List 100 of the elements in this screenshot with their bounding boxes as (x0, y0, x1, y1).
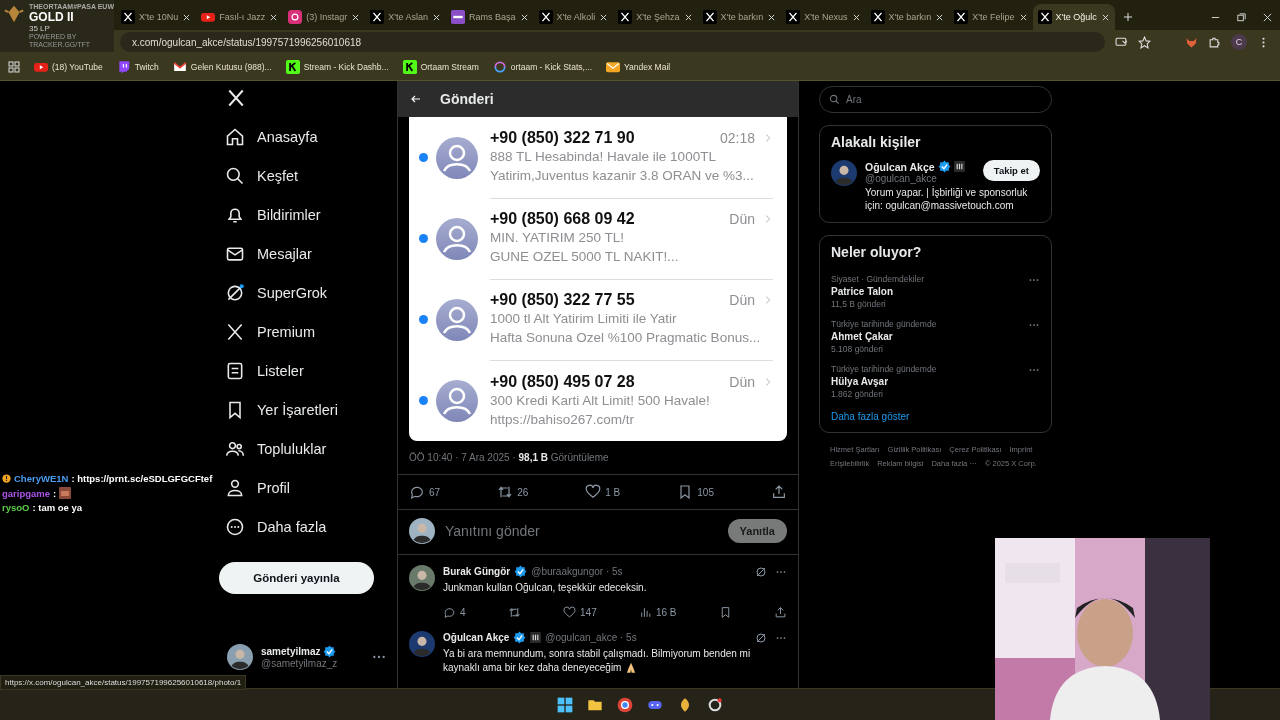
action-button[interactable]: 1 B (585, 484, 621, 500)
message-preview: https://bahiso267.com/tr (490, 410, 636, 429)
search-icon (829, 94, 840, 105)
action-button[interactable]: 147 (563, 603, 597, 621)
trend-context: Siyaset · Gündemdekiler (831, 274, 926, 284)
nav-item[interactable]: Listeler (210, 351, 397, 390)
bookmark-link[interactable]: Yandex Mail (606, 60, 671, 74)
person-handle: @ogulcan_akce (865, 173, 938, 184)
close-icon (1018, 12, 1028, 22)
x-logo-icon (225, 321, 245, 342)
browser-tab[interactable]: X'te Alkoli (533, 4, 614, 30)
address-bar[interactable]: x.com/ogulcan_akce/status/1997571996256010618 (120, 32, 1105, 52)
rank-points: 35 LP (29, 24, 51, 33)
action-button[interactable] (770, 484, 787, 500)
bookmark-link[interactable]: (18) YouTube (34, 60, 103, 74)
more-icon (225, 516, 245, 537)
action-button[interactable]: 16 B (638, 603, 677, 621)
nav-item[interactable]: SuperGrok (210, 273, 397, 312)
nav-item[interactable]: Premium (210, 312, 397, 351)
action-button[interactable]: 26 (497, 484, 529, 500)
affiliate-badge-icon (530, 632, 542, 643)
browser-tab[interactable]: X'te Aslan (365, 4, 447, 30)
reply-field[interactable]: Yanıtını gönder (443, 522, 720, 540)
comment-icon (409, 484, 425, 500)
install-icon (1115, 35, 1128, 49)
x-logo-icon (538, 10, 553, 24)
x-logo-icon (227, 89, 245, 107)
browser-tab[interactable]: X'te 10Nu (116, 4, 197, 30)
account-name: sametyilmaz (261, 646, 321, 657)
nav-item[interactable]: Topluluklar (210, 429, 397, 468)
action-button[interactable]: 67 (409, 484, 441, 500)
heart-icon (585, 484, 602, 500)
contact-phone: +90 (850) 495 07 28 (490, 372, 636, 391)
chat-message: : tam oe ya (32, 502, 83, 513)
status-url: https://x.com/ogulcan_akce/status/1997571996256010618/photo/1 (0, 675, 247, 690)
browser-tab[interactable]: X'te Nexus (781, 4, 866, 30)
message-time: Dün (729, 373, 755, 390)
envelope-icon (172, 60, 187, 74)
apps-grid-icon (8, 61, 20, 73)
browser-tab[interactable]: X'te Oğulc (1032, 4, 1115, 30)
nav-item[interactable]: Keşfet (210, 156, 397, 195)
nav-item[interactable]: Anasayfa (210, 117, 397, 156)
post-meta: ÖÖ 10:40 · 7 Ara 2025 · 98,1 B Görüntüleme (398, 441, 798, 475)
action-button[interactable]: 4 (443, 603, 466, 621)
browser-tab[interactable]: X'te Şehza (613, 4, 698, 30)
profile-avatar[interactable]: C (1231, 34, 1247, 50)
close-icon (432, 12, 442, 22)
chevron-icon (763, 376, 773, 387)
bookmark-link[interactable]: Ortaam Stream (402, 60, 479, 74)
bookmark-link[interactable]: Stream - Kick Dashb... (285, 60, 389, 74)
nav-item[interactable]: Yer İşaretleri (210, 390, 397, 429)
reply-button[interactable]: Yanıtla (727, 519, 787, 543)
message-preview: 1000 tl Alt Yatirim Limiti ile Yatir (490, 310, 678, 328)
avatar (831, 160, 857, 186)
nav-item[interactable]: Daha fazla (210, 507, 397, 546)
browser-tab[interactable]: (3) Instagr (283, 4, 366, 30)
square-logo-icon (451, 10, 466, 24)
author-name: Oğulcan Akçe (443, 632, 510, 643)
account-handle: @sametyilmaz_z (261, 658, 338, 669)
follow-button[interactable]: Takip et (982, 160, 1040, 181)
chat-username: garipgame (2, 487, 51, 499)
verified-icon (937, 160, 951, 173)
search-field[interactable]: Ara (819, 86, 1052, 113)
show-more-link[interactable]: Daha fazla göster (831, 411, 1040, 422)
x-logo-icon (954, 10, 969, 24)
browser-tab[interactable]: X'te barkın (865, 4, 950, 30)
x-logo-icon (786, 10, 801, 24)
list-icon (225, 360, 245, 381)
bookmark-link[interactable]: Twitch (116, 60, 159, 74)
message-time: Dün (729, 211, 755, 227)
puzzle-icon (1208, 35, 1221, 49)
nav-item[interactable]: Bildirimler (210, 195, 397, 234)
message-preview: 300 Kredi Karti Alt Limit! 500 Havale! (490, 391, 711, 410)
browser-tab[interactable]: X'te barkın (697, 4, 782, 30)
author-name: Burak Güngör (443, 566, 511, 577)
comment-icon (443, 605, 456, 619)
play-icon (34, 60, 48, 74)
browser-icon (617, 697, 633, 713)
trend-name[interactable]: Ahmet Çakar (831, 331, 1028, 342)
card-title: Neler oluyor? (831, 244, 923, 260)
trend-name[interactable]: Hülya Avşar (831, 376, 1028, 387)
x-logo-icon (870, 10, 885, 24)
browser-tab[interactable]: Fasıl-ı Jazz (196, 4, 284, 30)
bookmark-link[interactable]: Gelen Kutusu (988)... (172, 60, 272, 74)
chat-username: CheryWE1N (14, 473, 69, 484)
x-logo-icon (618, 10, 633, 24)
verified-icon (323, 645, 337, 658)
browser-tab[interactable]: X'te Felipe (949, 4, 1033, 30)
close-icon (599, 12, 609, 22)
trend-name[interactable]: Patrice Talon (831, 286, 1028, 297)
trend-count: 5.108 gönderi (831, 344, 884, 354)
nav-item[interactable]: Mesajlar (210, 234, 397, 273)
action-button[interactable]: 105 (677, 484, 714, 500)
back-arrow-icon (410, 93, 422, 105)
close-icon (269, 12, 279, 22)
bookmark-link[interactable]: ortaam - Kick Stats,... (492, 60, 592, 74)
browser-tab[interactable]: Rams Başa (446, 4, 534, 30)
repost-icon (497, 484, 514, 500)
post-button[interactable]: Gönderi yayınla (219, 562, 374, 594)
slash-circle-icon (225, 282, 245, 303)
